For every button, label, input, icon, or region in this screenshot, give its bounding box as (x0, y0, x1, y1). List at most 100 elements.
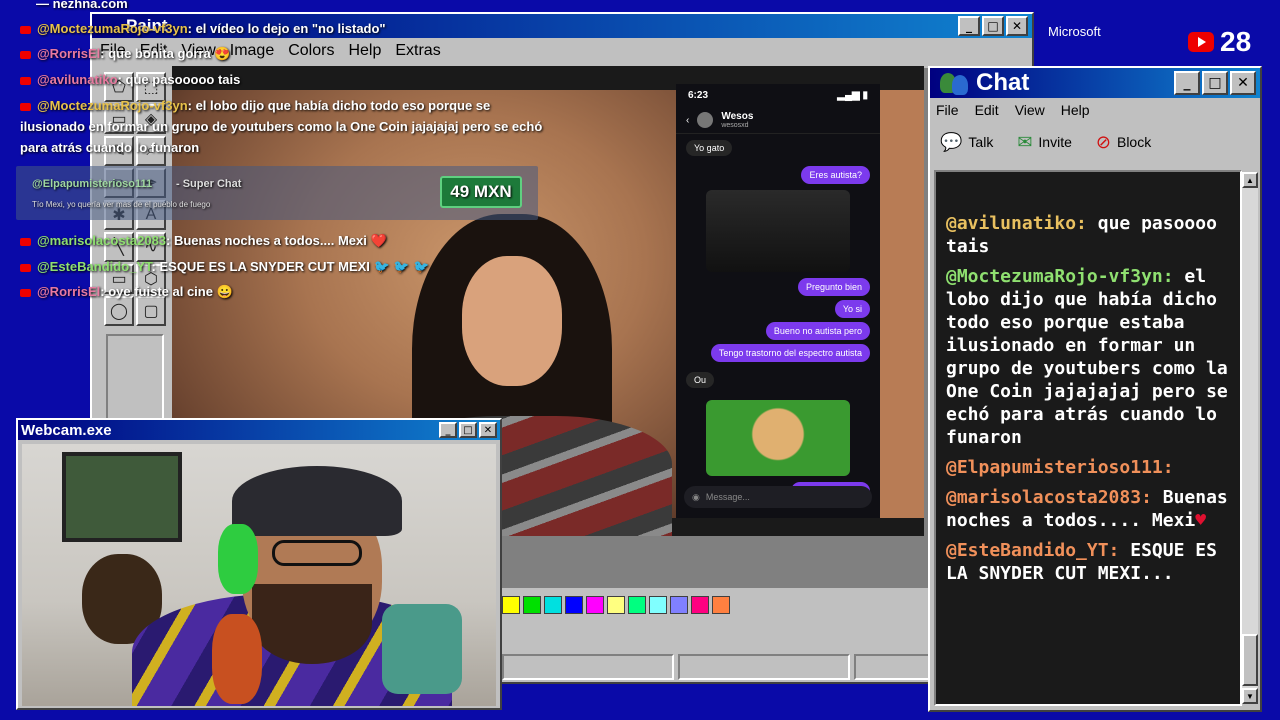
subscriber-count: 28 (1220, 26, 1252, 57)
youtube-icon (20, 25, 31, 34)
close-button[interactable]: ✕ (1006, 16, 1028, 36)
maximize-button[interactable]: □ (459, 422, 477, 438)
message-input[interactable]: ◉ Message... (684, 486, 872, 508)
heart-icon: ♥ (1195, 510, 1207, 531)
chat-title: Chat (976, 69, 1030, 96)
talk-button[interactable]: 💬 Talk (940, 132, 993, 153)
message-placeholder: Message... (705, 492, 750, 502)
status-cell (678, 654, 850, 680)
chat-menu-view[interactable]: View (1015, 102, 1045, 118)
minimize-button[interactable]: _ (958, 16, 980, 36)
camera-icon[interactable]: ◉ (692, 492, 700, 503)
invite-label: Invite (1038, 134, 1072, 150)
headset (218, 524, 258, 594)
tool-options[interactable] (106, 334, 164, 420)
chat-entry: @marisolacosta2083: Buenas noches a todo… (946, 487, 1228, 531)
superchat-message: Tío Mexi, yo quería ver mas de el pueblo… (32, 200, 211, 209)
block-button[interactable]: ⊘ Block (1096, 132, 1151, 153)
minimize-button[interactable]: _ (439, 422, 457, 438)
youtube-logo-icon (1188, 32, 1214, 52)
close-button[interactable]: ✕ (479, 422, 497, 438)
message-in: Ou (686, 372, 715, 388)
streamer-glasses (272, 540, 362, 566)
webcam-titlebar[interactable]: Webcam.exe _ □ ✕ (18, 420, 500, 440)
wall-painting (62, 452, 182, 542)
block-label: Block (1116, 134, 1152, 150)
streamer-cap (232, 466, 402, 536)
webcam-window: Webcam.exe _ □ ✕ (16, 418, 502, 710)
chat-titlebar[interactable]: Chat _ □ ✕ (930, 68, 1260, 98)
status-cell (502, 654, 674, 680)
superchat-tag: - Super Chat (176, 178, 242, 190)
chat-entry: @EsteBandido_YT: ESQUE ES LA SNYDER CUT … (946, 540, 1217, 584)
dog-image (706, 400, 850, 476)
batman-image (706, 190, 850, 272)
chat-people-icon (940, 71, 970, 95)
menu-help[interactable]: Help (348, 42, 381, 60)
chat-title-wrap: Chat (934, 69, 1172, 97)
scroll-down-icon[interactable]: ▼ (1242, 688, 1258, 704)
overlay-message: @MoctezumaRojo-vf3yn: el vídeo lo dejo e… (20, 18, 386, 39)
message-out: Eres autista? (801, 166, 870, 184)
color-swatch[interactable] (523, 596, 541, 614)
youtube-icon (20, 237, 31, 246)
chat-scrollbar[interactable]: ▲ ▼ (1242, 172, 1258, 704)
microsoft-label: Microsoft (1048, 24, 1101, 39)
menu-extras[interactable]: Extras (395, 42, 440, 60)
menu-colors[interactable]: Colors (288, 42, 334, 60)
color-swatch[interactable] (691, 596, 709, 614)
contact-handle: wesosxd (721, 122, 749, 129)
subscriber-badge: 28 (1188, 26, 1251, 58)
color-swatch[interactable] (628, 596, 646, 614)
back-icon[interactable]: ‹ (686, 115, 689, 126)
overlay-message: @RorrisEl: oye fuiste al cine 😀 (20, 281, 233, 302)
chat-toolbar: 💬 Talk ✉ Invite ⊘ Block (930, 122, 1260, 162)
woman-face (462, 256, 562, 386)
chat-menu-file[interactable]: File (936, 102, 959, 118)
message-out: Yo si (834, 300, 870, 318)
color-swatch[interactable] (712, 596, 730, 614)
close-button[interactable]: ✕ (1230, 71, 1256, 95)
overlay-message: @MoctezumaRojo-vf3yn: el lobo dijo que h… (20, 95, 490, 116)
youtube-icon (20, 50, 31, 59)
color-swatch[interactable] (544, 596, 562, 614)
menu-image[interactable]: Image (230, 42, 274, 60)
minimize-button[interactable]: _ (1174, 71, 1200, 95)
color-swatch[interactable] (607, 596, 625, 614)
overlay-message: @RorrisEl: que bonita gorra 😍 (20, 43, 231, 64)
chat-log[interactable]: @avilunatiko: que pasoooo tais @Moctezum… (934, 170, 1242, 706)
block-icon: ⊘ (1095, 131, 1111, 152)
overlay-message: @avilunatiko: que pasooooo tais (20, 69, 240, 90)
scroll-thumb[interactable] (1242, 634, 1258, 686)
signal-icon: ▂▄▆ ▮ (837, 90, 868, 101)
color-swatch[interactable] (502, 596, 520, 614)
chat-window: Chat _ □ ✕ File Edit View Help 💬 Talk ✉ … (928, 66, 1262, 712)
superchat-amount: 49 MXN (440, 176, 522, 208)
invite-icon: ✉ (1017, 131, 1033, 152)
phone-time: 6:23 (688, 90, 709, 101)
overlay-message: @marisolacosta2083: Buenas noches a todo… (20, 230, 387, 251)
message-out: Tengo trastorno del espectro autista (710, 344, 870, 362)
talk-icon: 💬 (940, 131, 963, 152)
chat-menu-help[interactable]: Help (1061, 102, 1090, 118)
chat-menu-edit[interactable]: Edit (975, 102, 999, 118)
site-watermark: — nezhna.com (36, 0, 128, 11)
maximize-button[interactable]: □ (982, 16, 1004, 36)
paint-menubar: File Edit View Image Colors Help Extras (92, 38, 1032, 64)
invite-button[interactable]: ✉ Invite (1017, 132, 1072, 153)
dm-header: ‹ Wesos wesosxd (676, 107, 880, 134)
talk-label: Talk (968, 134, 994, 150)
avatar (697, 112, 714, 128)
color-swatch[interactable] (565, 596, 583, 614)
chat-entry: @Elpapumisterioso111: (946, 457, 1174, 478)
message-out: Bueno no autista pero (765, 322, 870, 340)
message-out: Pregunto bien (797, 278, 870, 296)
maximize-button[interactable]: □ (1202, 71, 1228, 95)
color-swatch[interactable] (670, 596, 688, 614)
superchat-user: @Elpapumisterioso111 (32, 178, 153, 190)
scroll-up-icon[interactable]: ▲ (1242, 172, 1258, 188)
streamer-hair (212, 614, 262, 704)
color-swatch[interactable] (586, 596, 604, 614)
color-swatch[interactable] (649, 596, 667, 614)
streamer-beard (252, 584, 372, 664)
